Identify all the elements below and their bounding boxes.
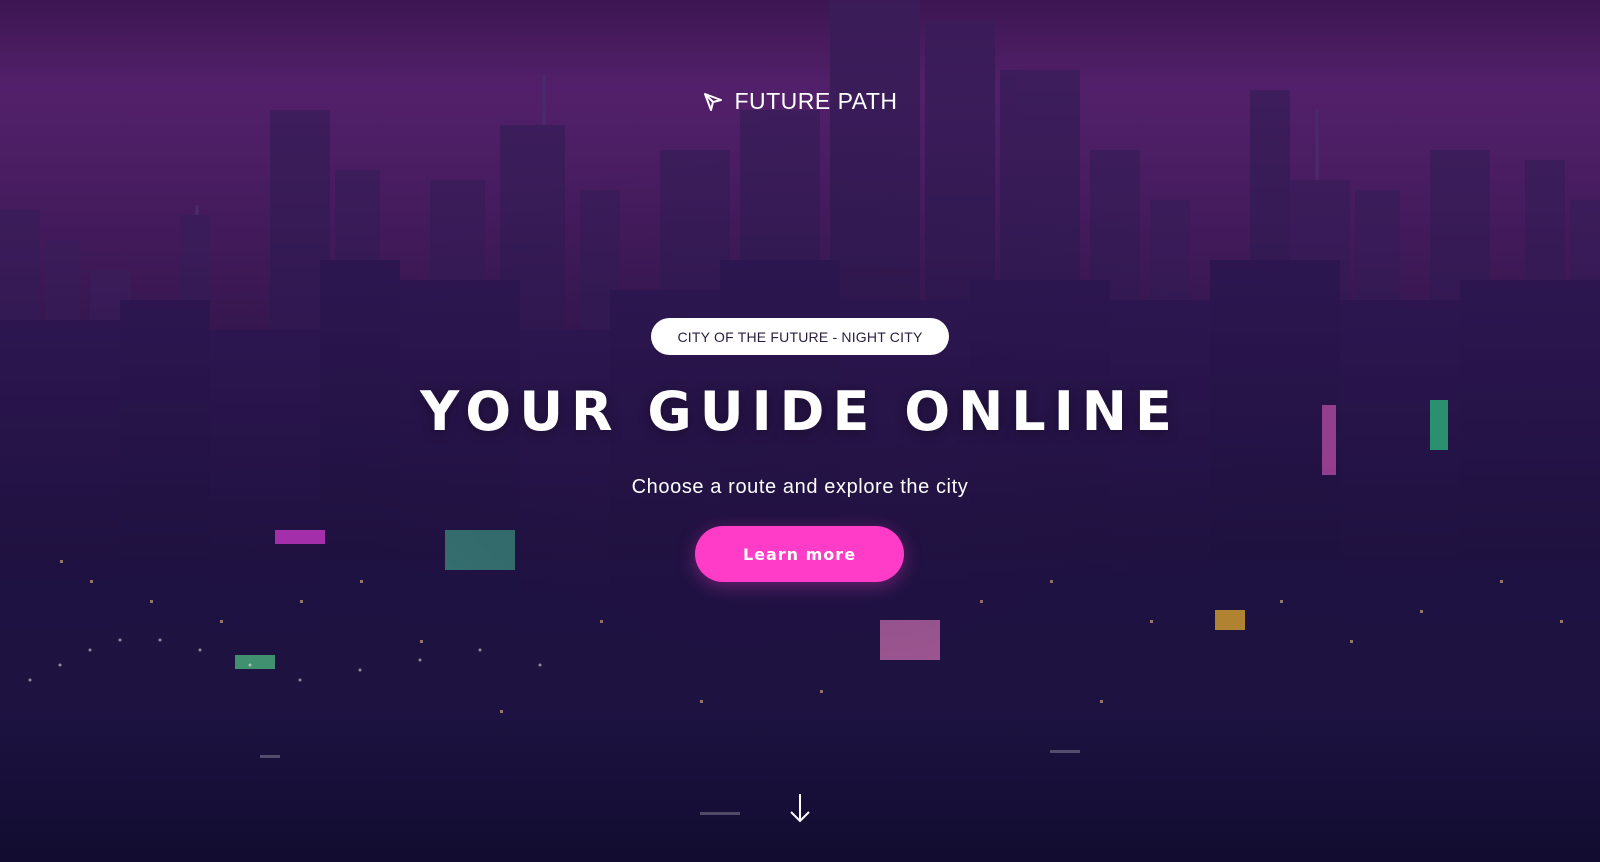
compass-arrow-icon bbox=[702, 91, 724, 113]
brand-logo[interactable]: FUTURE PATH bbox=[0, 88, 1600, 115]
learn-more-button[interactable]: Learn more bbox=[695, 526, 904, 582]
hero-section: FUTURE PATH CITY OF THE FUTURE - NIGHT C… bbox=[0, 0, 1600, 862]
tag-pill: CITY OF THE FUTURE - NIGHT CITY bbox=[651, 318, 949, 355]
brand-name: FUTURE PATH bbox=[734, 88, 898, 114]
hero-subtitle: Choose a route and explore the city bbox=[631, 476, 969, 498]
page-title: YOUR GUIDE ONLINE bbox=[420, 380, 1180, 443]
arrow-down-icon[interactable] bbox=[788, 792, 812, 824]
